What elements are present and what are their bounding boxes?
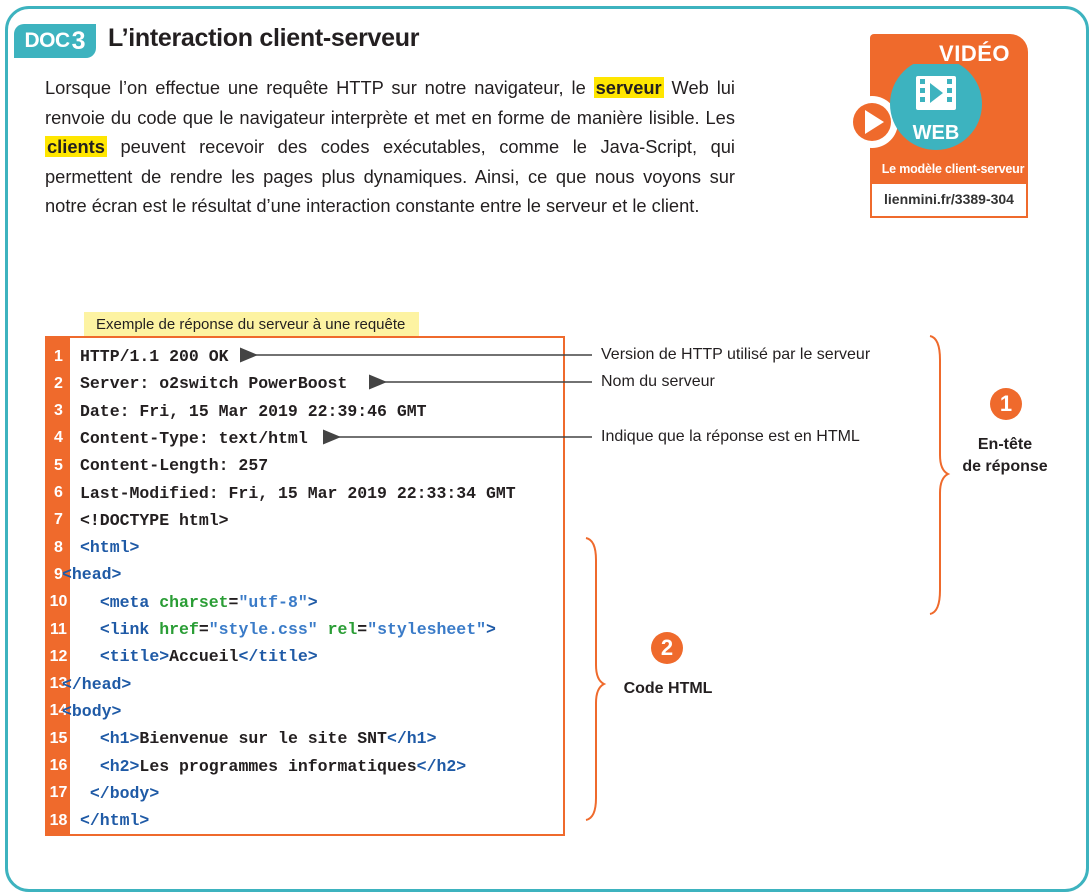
annotation-server-name: Nom du serveur <box>601 373 715 390</box>
annotation-arrows <box>240 335 951 821</box>
annotation-http-version: Version de HTTP utilisé par le serveur <box>601 346 871 363</box>
section-1-line1: En-tête <box>977 436 1033 453</box>
annotation-content-type: Indique que la réponse est en HTML <box>601 428 860 445</box>
brace-header <box>929 335 951 615</box>
section-2-label: Code HTML <box>623 680 713 697</box>
section-2-number: 2 <box>651 632 683 664</box>
brace-html <box>585 537 607 821</box>
section-1-line2: de réponse <box>962 458 1048 475</box>
section-1-label: En-tête de réponse <box>950 434 1060 478</box>
section-1-number: 1 <box>990 388 1022 420</box>
